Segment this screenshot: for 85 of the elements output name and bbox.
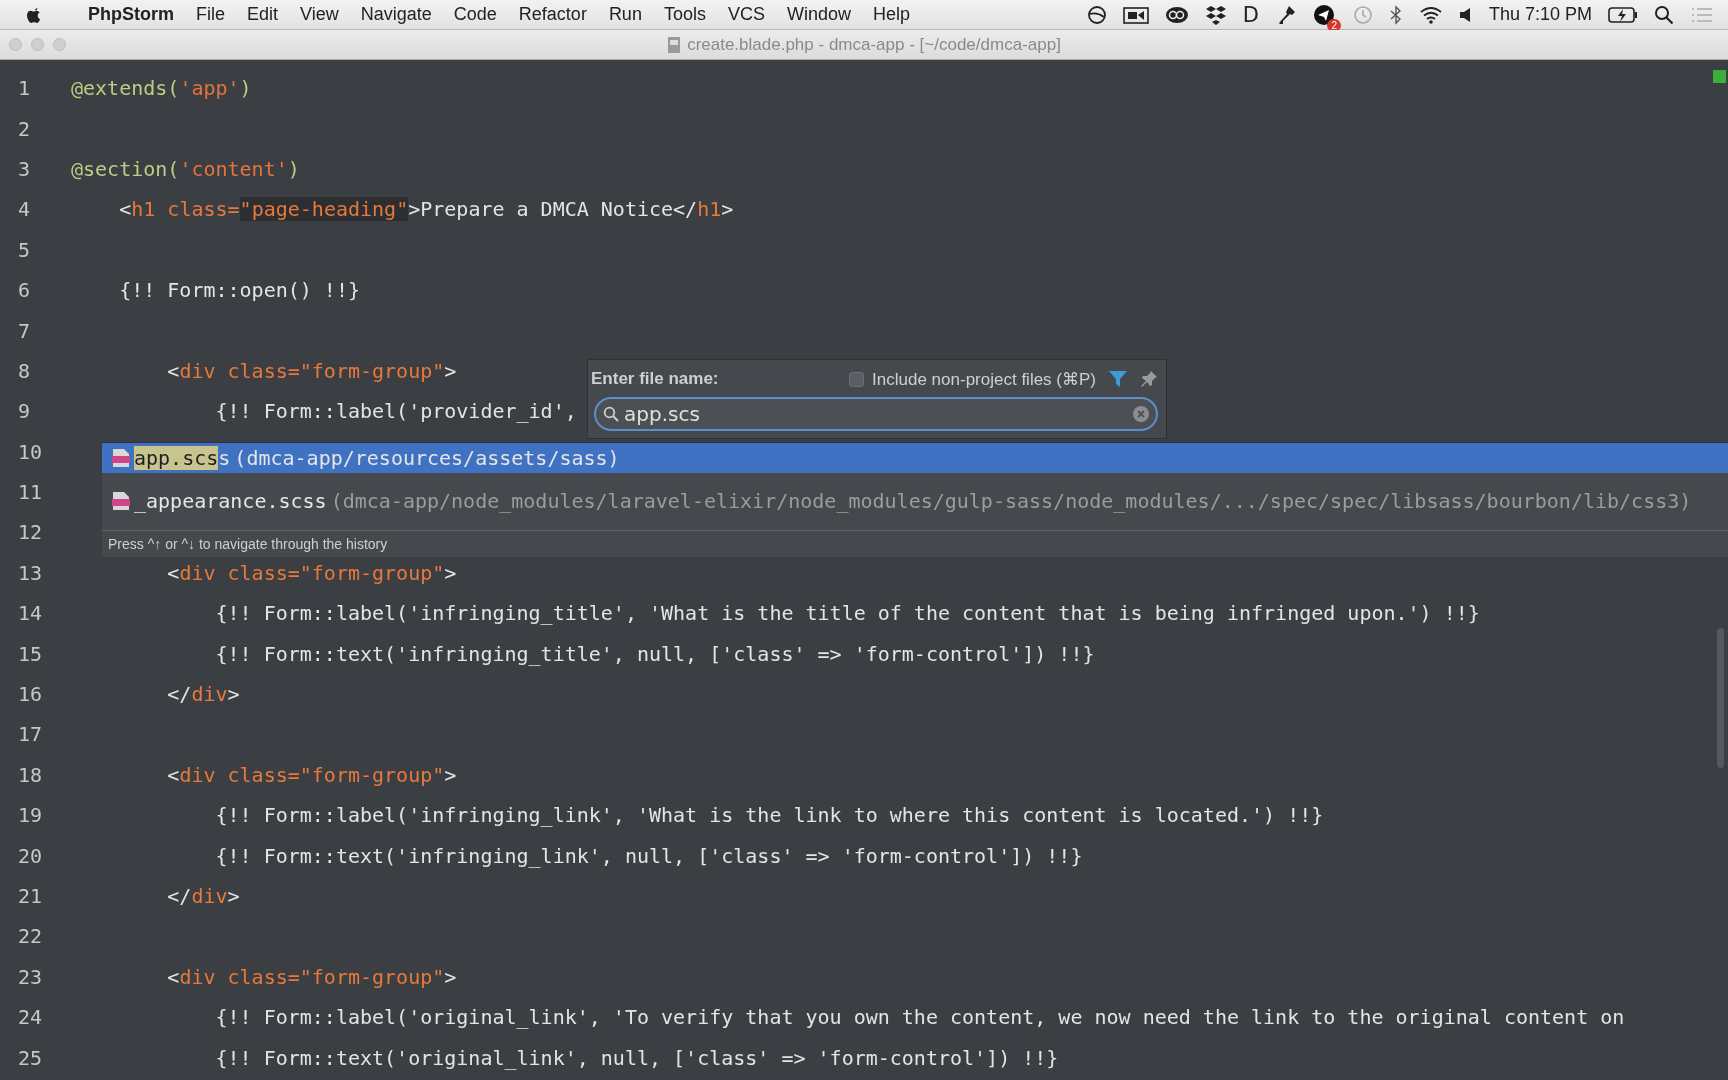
line-number: 15 [17, 641, 44, 666]
line-number: 21 [17, 884, 44, 908]
menu-item[interactable]: Window [786, 4, 851, 25]
line-number: 17 [17, 722, 44, 747]
file-result[interactable]: app.scss (dmca-app/resources/assets/sass) [102, 443, 1728, 473]
code-line: @section('content') [71, 156, 300, 181]
line-number: 12 [17, 520, 44, 545]
menu-item[interactable]: Run [608, 4, 642, 25]
line-number: 20 [17, 843, 44, 868]
pin-icon[interactable] [1140, 370, 1158, 388]
field-label: Enter file name: [591, 369, 719, 389]
code-line: </div> [166, 884, 240, 908]
code-line: {!! Form::label('original_link', 'To verify that you own the content, we now need the link to the original content on [214, 1005, 1625, 1030]
code-line: {!! Form::label('provider_id', [214, 399, 577, 424]
document-icon [667, 35, 682, 54]
line-number: 4 [17, 197, 32, 222]
line-number: 16 [17, 682, 44, 707]
sass-file-icon [112, 448, 130, 468]
menu-item[interactable]: Code [453, 4, 497, 25]
line-number: 11 [17, 480, 44, 505]
video-camera-icon[interactable] [1122, 4, 1149, 25]
line-number: 23 [17, 964, 44, 989]
menu-item[interactable]: File [196, 4, 226, 25]
menu-item[interactable]: Refactor [518, 4, 587, 25]
code-line: {!! Form::open() !!} [118, 278, 360, 303]
window-title: create.blade.php - dmca-app - [~/code/dmca-app] [687, 34, 1061, 55]
line-number: 3 [17, 156, 32, 181]
line-number: 2 [17, 116, 32, 141]
bluetooth-icon[interactable] [1388, 4, 1403, 25]
app-menu[interactable]: PhpStorm [88, 4, 174, 25]
code-line: {!! Form::label('infringing_link', 'What is the link to where this content is located.') !!} [214, 803, 1324, 828]
code-line: {!! Form::text('infringing_title', null, ['class' => 'form-control']) !!} [214, 641, 1095, 666]
file-path: (dmca-app/resources/assets/sass) [234, 446, 620, 470]
line-number: 10 [17, 439, 44, 464]
code-line: <div class="form-group"> [166, 762, 457, 787]
code-line: {!! Form::label('infringing_title', 'What is the title of the content that is being infringed upon.') !!} [214, 601, 1480, 626]
hint-text: Press ^↑ or ^↓ to navigate through the history [102, 530, 1728, 557]
search-icon [603, 406, 619, 422]
menu-item[interactable]: Tools [663, 4, 706, 25]
line-number: 14 [17, 601, 44, 626]
cloud-loops-icon[interactable] [1164, 4, 1189, 25]
filter-icon[interactable] [1108, 370, 1128, 388]
line-number: 6 [17, 278, 32, 303]
line-number: 8 [17, 358, 32, 383]
battery-icon[interactable] [1608, 5, 1638, 24]
file-result[interactable]: _appearance.scss (dmca-app/node_modules/laravel-elixir/node_modules/gulp-sass/node_modules/.../spec/spec/libsass/bourbon/lib/css3) [102, 486, 1728, 516]
code-line: </div> [166, 682, 240, 707]
menu-clock[interactable]: Thu 7:10 PM [1488, 4, 1592, 25]
search-field[interactable]: app.scs [594, 397, 1158, 431]
line-number: 1 [17, 76, 32, 101]
line-number: 5 [17, 237, 32, 262]
file-name: _appearance.scss [134, 489, 327, 513]
line-number: 18 [17, 762, 44, 787]
code-line: @extends('app') [71, 76, 252, 101]
code-line: {!! Form::text('infringing_link', null, ['class' => 'form-control']) !!} [214, 843, 1083, 868]
code-line: {!! Form::text('original_link', null, ['class' => 'form-control']) !!} [214, 1045, 1059, 1070]
code-line: <h1 class="page-heading">Prepare a DMCA Notice</h1> [118, 197, 734, 222]
search-icon[interactable] [1654, 4, 1674, 25]
menu-item[interactable]: View [300, 4, 339, 25]
circle-slash-icon[interactable] [1086, 4, 1107, 25]
code-line: <div class="form-group"> [166, 964, 457, 989]
clear-icon[interactable] [1132, 405, 1150, 423]
diamonds-icon[interactable] [1204, 4, 1227, 25]
menu-item[interactable]: Help [873, 4, 910, 25]
menu-item[interactable]: Edit [247, 4, 279, 25]
line-number: 13 [17, 560, 44, 585]
line-number: 24 [17, 1005, 44, 1030]
file-name: app.scss [134, 446, 231, 470]
menu-item[interactable]: VCS [727, 4, 765, 25]
line-number: 19 [17, 803, 44, 828]
menu-item[interactable]: Navigate [360, 4, 432, 25]
wifi-icon[interactable] [1418, 4, 1443, 25]
sass-file-icon [112, 491, 130, 511]
code-line: <div class="form-group"> [166, 560, 457, 585]
speaker-icon[interactable] [1458, 5, 1473, 24]
checkbox-label[interactable]: Include non-project files (⌘P) [872, 368, 1096, 390]
code-line: <div class="form-group"> [166, 358, 457, 383]
status-glyph[interactable]: D [1242, 2, 1259, 27]
line-number: 22 [17, 924, 44, 949]
checkbox[interactable] [849, 371, 865, 387]
scrollbar-thumb[interactable] [1717, 628, 1724, 768]
line-number: 25 [17, 1045, 44, 1070]
line-number: 7 [17, 318, 32, 343]
file-path: (dmca-app/node_modules/laravel-elixir/node_modules/gulp-sass/node_modules/.../spec/spec/libsass/bourbon/lib/css3) [330, 489, 1692, 513]
line-number: 9 [17, 399, 32, 424]
